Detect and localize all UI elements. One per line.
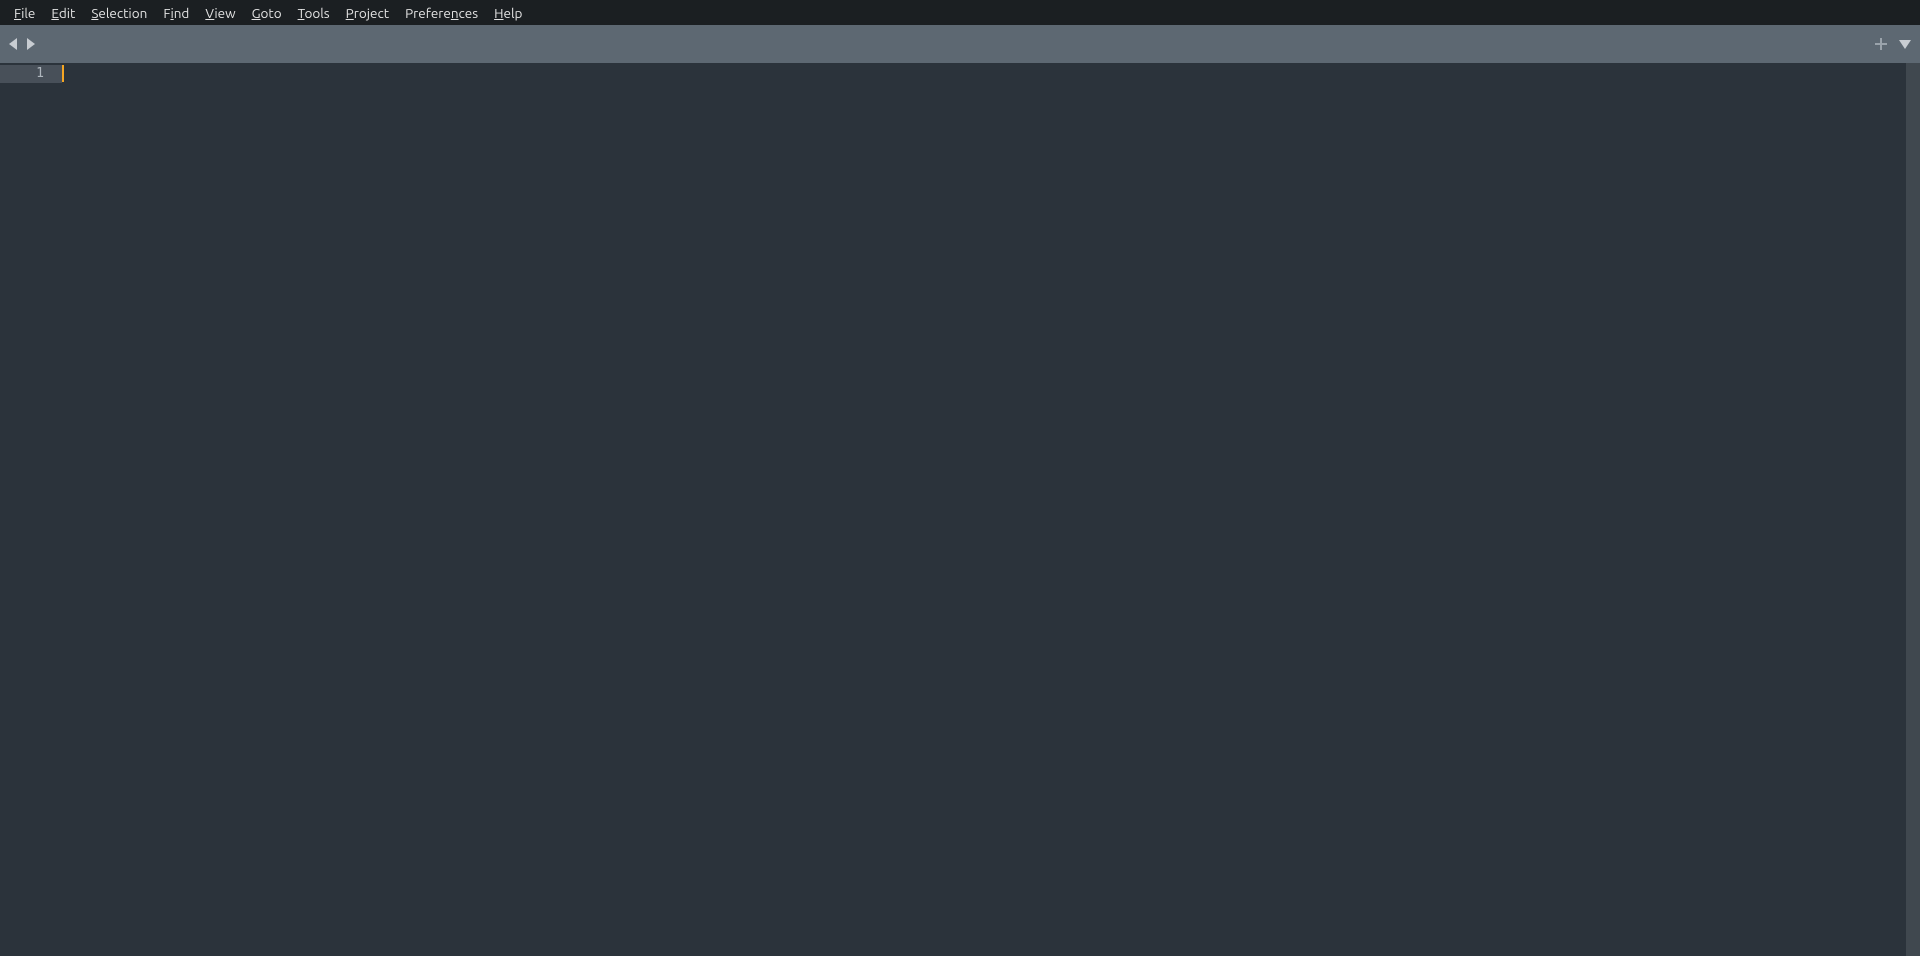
menu-project[interactable]: Project (338, 2, 397, 24)
text-caret (62, 65, 64, 82)
tabbar-nav (8, 37, 36, 51)
menu-goto[interactable]: Goto (244, 2, 290, 24)
menubar: File Edit Selection Find View Goto Tools… (0, 0, 1920, 25)
menu-find[interactable]: Find (155, 2, 197, 24)
menu-edit[interactable]: Edit (43, 2, 83, 24)
tab-list-button[interactable] (1898, 38, 1912, 50)
tabbar-actions (1874, 37, 1912, 51)
menu-selection[interactable]: Selection (83, 2, 155, 24)
triangle-left-icon (8, 37, 20, 51)
editor-area: 1 (0, 63, 1920, 956)
nav-back-button[interactable] (8, 37, 20, 51)
triangle-right-icon (24, 37, 36, 51)
new-tab-button[interactable] (1874, 37, 1888, 51)
nav-forward-button[interactable] (24, 37, 36, 51)
app-window: File Edit Selection Find View Goto Tools… (0, 0, 1920, 956)
gutter: 1 (0, 63, 62, 956)
tabbar (0, 25, 1920, 63)
triangle-down-icon (1898, 38, 1912, 50)
text-editor[interactable] (62, 63, 1906, 956)
line-number: 1 (0, 65, 62, 83)
menu-help[interactable]: Help (486, 2, 530, 24)
menu-tools[interactable]: Tools (290, 2, 338, 24)
menu-file[interactable]: File (6, 2, 43, 24)
minimap[interactable] (1906, 63, 1920, 956)
menu-view[interactable]: View (197, 2, 243, 24)
plus-icon (1874, 37, 1888, 51)
menu-preferences[interactable]: Preferences (397, 2, 486, 24)
